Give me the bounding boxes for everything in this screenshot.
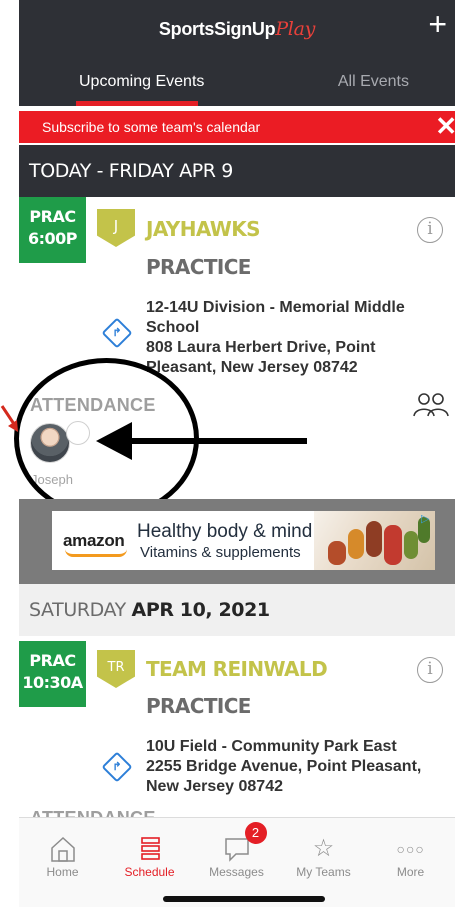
info-icon[interactable]: i	[417, 217, 443, 243]
event-type: PRACTICE	[146, 694, 251, 718]
ad-title: Healthy body & mind	[137, 521, 313, 542]
close-icon[interactable]: ✕	[435, 111, 455, 142]
day-header-date: APR 10, 2021	[131, 599, 271, 621]
app-logo: SportsSignUpPlay	[19, 18, 455, 40]
tab-all-events[interactable]: All Events	[338, 73, 409, 91]
day-header-today: TODAY - FRIDAY APR 9	[19, 145, 455, 197]
event-time-badge[interactable]: PRAC 6:00P	[19, 197, 86, 263]
event-type: PRACTICE	[146, 255, 251, 279]
star-icon: ☆	[312, 835, 335, 862]
annotation-red-arrow	[0, 405, 18, 432]
event-badge-time: 10:30A	[22, 673, 83, 692]
event-badge-kind: PRAC	[29, 651, 76, 670]
team-shield-icon: TR	[97, 650, 135, 688]
day-header-weekday: SATURDAY	[29, 599, 132, 621]
tab-schedule-label: Schedule	[124, 865, 175, 879]
team-name[interactable]: JAYHAWKS	[146, 217, 261, 241]
logo-main-text: SportsSignUp	[158, 19, 276, 39]
team-shield-icon: J	[97, 209, 135, 247]
day-header-text: SATURDAY APR 10, 2021	[29, 599, 270, 621]
directions-icon[interactable]: ↱	[101, 751, 133, 783]
day-header-text: TODAY - FRIDAY APR 9	[29, 160, 233, 182]
ad-subtitle: Vitamins & supplements	[140, 544, 301, 561]
messages-badge: 2	[244, 822, 267, 844]
tab-home[interactable]: Home	[19, 818, 106, 888]
event-time-badge[interactable]: PRAC 10:30A	[19, 641, 86, 707]
active-tab-indicator	[76, 101, 198, 106]
info-icon[interactable]: i	[417, 657, 443, 683]
event-location[interactable]: 10U Field - Community Park East 2255 Bri…	[146, 737, 436, 797]
subscribe-banner-text[interactable]: Subscribe to some team's calendar	[42, 119, 260, 135]
ad-brand: amazon	[63, 531, 125, 550]
annotation-arrow-shaft	[120, 438, 307, 444]
tab-my-teams[interactable]: ☆ My Teams	[280, 818, 367, 888]
directions-icon[interactable]: ↱	[101, 317, 133, 349]
logo-script-text: Play	[275, 18, 316, 40]
group-attendance-icon[interactable]	[411, 390, 451, 420]
tab-messages-label: Messages	[209, 865, 264, 879]
add-event-button[interactable]: +	[428, 8, 447, 40]
tab-more-label: More	[396, 865, 425, 879]
annotation-arrow-head	[96, 422, 132, 460]
tab-schedule[interactable]: Schedule	[106, 818, 193, 888]
event-location[interactable]: 12-14U Division - Memorial Middle School…	[146, 298, 436, 378]
bottom-tab-bar: Home Schedule 2 Messages ☆ My Teams ○○○ …	[19, 817, 455, 907]
team-name[interactable]: TEAM REINWALD	[146, 657, 328, 681]
app-header: SportsSignUpPlay + Upcoming Events All E…	[19, 0, 455, 106]
tab-upcoming-events[interactable]: Upcoming Events	[79, 73, 204, 91]
event-badge-time: 6:00P	[27, 229, 78, 248]
ad-image	[314, 511, 435, 570]
tab-my-teams-label: My Teams	[296, 865, 351, 879]
ad-banner[interactable]: amazon Healthy body & mind Vitamins & su…	[52, 511, 435, 570]
more-icon: ○○○	[396, 841, 425, 857]
home-icon	[49, 835, 77, 863]
event-badge-kind: PRAC	[29, 207, 76, 226]
tab-messages[interactable]: 2 Messages	[193, 818, 280, 888]
tab-more[interactable]: ○○○ More	[367, 818, 454, 888]
schedule-icon	[136, 835, 164, 863]
day-header-saturday: SATURDAY APR 10, 2021	[19, 584, 455, 636]
amazon-smile-icon	[65, 549, 127, 557]
home-indicator	[163, 896, 325, 902]
ad-choices-icon[interactable]: ▷	[421, 514, 432, 525]
tab-home-label: Home	[46, 865, 79, 879]
subscribe-banner[interactable]: Subscribe to some team's calendar ✕	[19, 111, 455, 143]
